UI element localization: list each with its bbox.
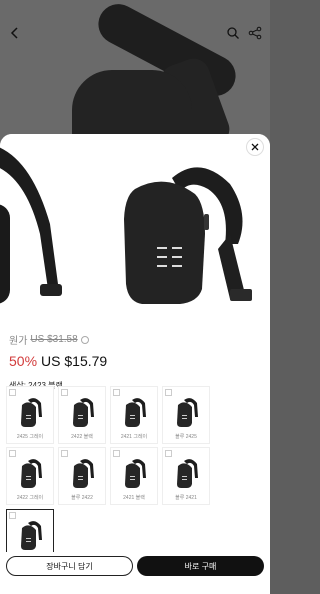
color-option[interactable]: 2421 그레이 xyxy=(110,386,158,444)
option-label: 2425 그레이 xyxy=(16,434,44,440)
current-price-row: 50% US $15.79 xyxy=(9,353,261,369)
info-icon[interactable] xyxy=(80,335,89,344)
option-thumbnail xyxy=(21,521,42,550)
original-price-label: 원가 xyxy=(9,336,28,347)
original-price: US $31.58 xyxy=(30,334,78,345)
color-option[interactable]: 2422 그레이 xyxy=(6,447,54,505)
buy-now-button[interactable]: 바로 구매 xyxy=(137,556,264,576)
product-bag-image xyxy=(124,167,252,304)
back-button[interactable] xyxy=(8,26,22,40)
option-thumbnail xyxy=(21,398,42,427)
add-to-cart-button[interactable]: 장바구니 담기 xyxy=(6,556,133,576)
chevron-left-icon xyxy=(10,27,18,39)
color-option[interactable]: 2422 블랙 xyxy=(58,386,106,444)
share-icon xyxy=(248,26,262,40)
option-thumbnail xyxy=(21,459,42,488)
sku-selector-sheet: 원가 US $31.58 50% US $15.79 색상: 2423 블랙 2… xyxy=(0,134,270,594)
option-label: 블루 2421 xyxy=(175,495,197,501)
color-option[interactable]: 2421 블랙 xyxy=(110,447,158,505)
close-icon xyxy=(251,143,259,151)
color-option[interactable]: 블루 2425 xyxy=(162,386,210,444)
color-option[interactable]: 블루 2421 xyxy=(162,447,210,505)
current-price: US $15.79 xyxy=(41,353,108,369)
price-section: 원가 US $31.58 50% US $15.79 색상: 2423 블랙 xyxy=(9,332,261,391)
option-label: 2422 그레이 xyxy=(16,495,44,501)
option-label: 블루 2425 xyxy=(175,434,197,440)
option-thumbnail xyxy=(73,398,94,427)
option-label: 2422 블랙 xyxy=(71,434,93,440)
discount-badge: 50% xyxy=(9,353,38,369)
gallery-main-image[interactable] xyxy=(80,134,270,324)
action-footer: 장바구니 담기 바로 구매 xyxy=(0,552,270,594)
option-thumbnail xyxy=(177,459,198,488)
color-option[interactable]: 2425 그레이 xyxy=(6,386,54,444)
option-thumbnail xyxy=(177,398,198,427)
option-thumbnail xyxy=(73,459,94,488)
option-label: 2421 그레이 xyxy=(120,434,148,440)
product-image-gallery[interactable] xyxy=(0,134,270,324)
option-thumbnail xyxy=(125,459,146,488)
option-label: 블루 2422 xyxy=(71,495,93,501)
search-button[interactable] xyxy=(226,26,240,40)
gallery-previous-image[interactable] xyxy=(0,134,78,324)
option-label: 2421 블랙 xyxy=(123,495,145,501)
close-button[interactable] xyxy=(246,138,264,156)
option-thumbnail xyxy=(125,398,146,427)
share-button[interactable] xyxy=(248,26,262,40)
color-option[interactable]: 블루 2422 xyxy=(58,447,106,505)
original-price-row: 원가 US $31.58 xyxy=(9,332,261,347)
search-icon xyxy=(227,27,239,39)
